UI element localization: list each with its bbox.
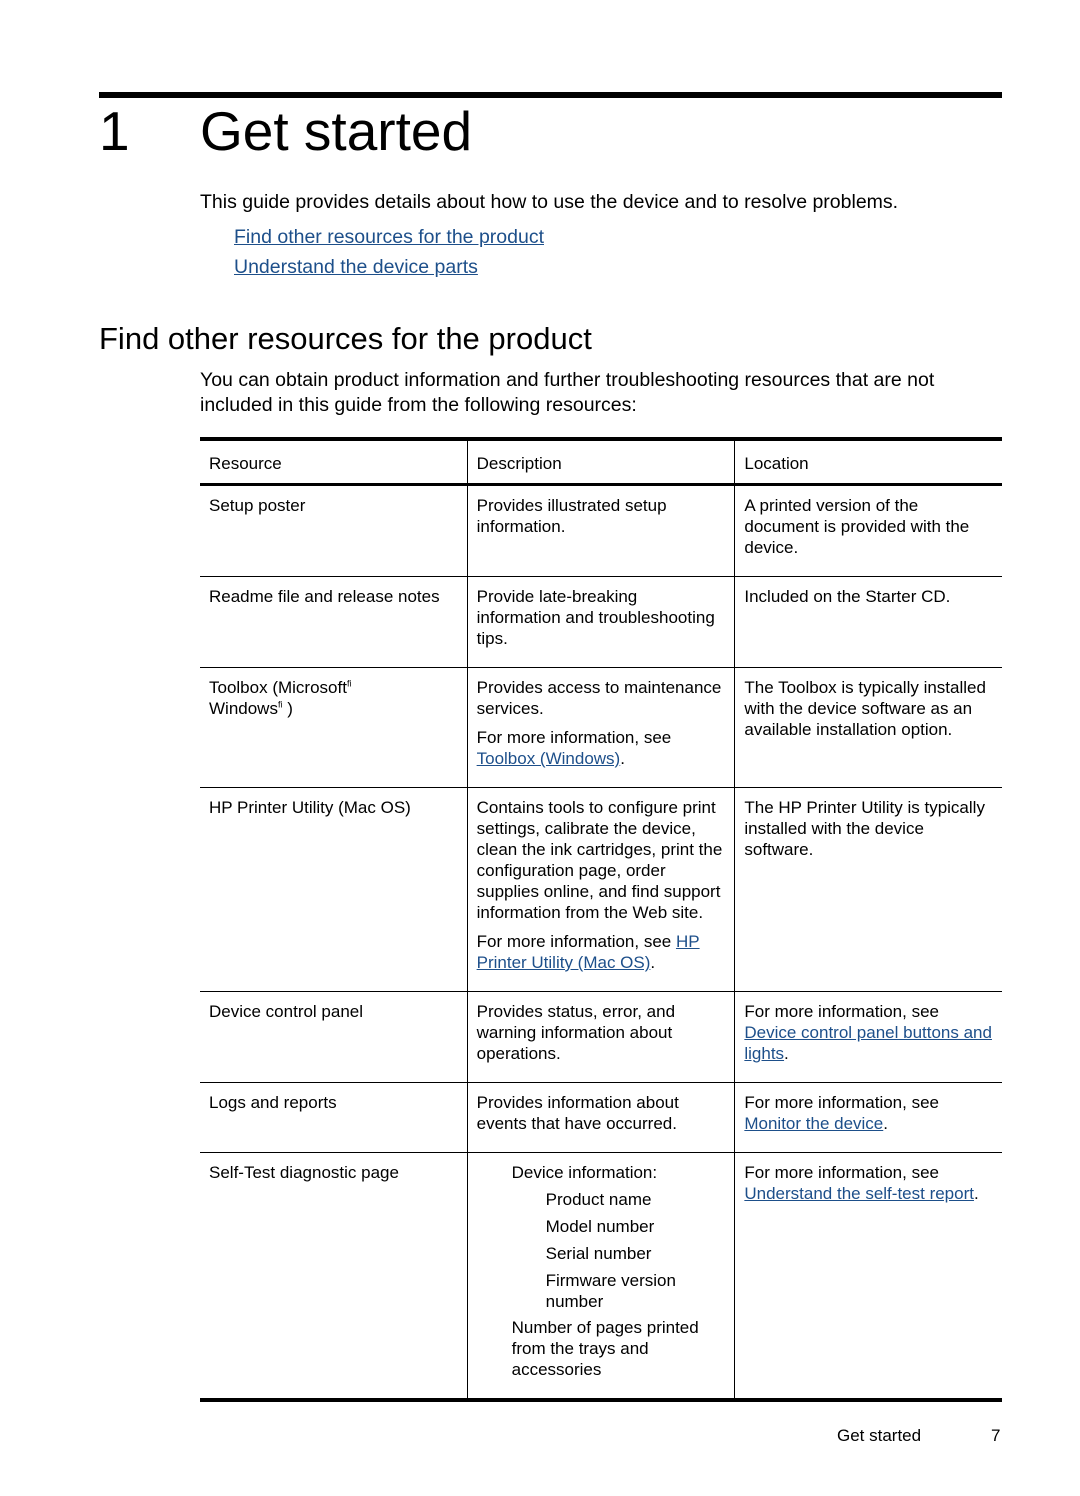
table-row: Toolbox (Microsoftfi Windowsfi ) Provides…: [200, 667, 1002, 788]
table-row: Device control panel Provides status, er…: [200, 991, 1002, 1083]
list-item: Product name: [545, 1190, 652, 1209]
intro-text: This guide provides details about how to…: [200, 191, 899, 213]
link-toolbox-windows[interactable]: Toolbox (Windows): [477, 749, 621, 768]
cell-resource: Toolbox (Microsoftfi Windowsfi ): [209, 678, 352, 718]
cell-location: For more information, see Understand the…: [734, 1152, 1002, 1400]
table-row: Readme file and release notes Provide la…: [200, 576, 1002, 668]
cell-resource: HP Printer Utility (Mac OS): [209, 798, 411, 817]
section-heading: Find other resources for the product: [99, 321, 592, 356]
list-item: Number of pages printed from the trays a…: [511, 1318, 699, 1379]
list-item: Model number: [545, 1217, 655, 1236]
cell-resource: Device control panel: [209, 1002, 364, 1021]
cell-location: A printed version of the document is pro…: [734, 484, 1002, 577]
cell-resource: Self-Test diagnostic page: [209, 1163, 399, 1182]
table-row: Logs and reports Provides information ab…: [200, 1082, 1002, 1153]
footer-section-title: Get started: [837, 1426, 922, 1445]
link-self-test-report[interactable]: Understand the self-test report: [744, 1184, 974, 1203]
cell-description: Provides illustrated setup information.: [466, 484, 735, 577]
cell-description: Provides information about events that h…: [466, 1082, 735, 1153]
cell-location: For more information, see Device control…: [734, 991, 1002, 1083]
table-row: Setup poster Provides illustrated setup …: [200, 484, 1002, 577]
cell-location: For more information, see Monitor the de…: [734, 1082, 1002, 1153]
link-monitor-device[interactable]: Monitor the device: [744, 1114, 883, 1133]
cell-description: Provides status, error, and warning info…: [466, 991, 735, 1083]
table-row: Self-Test diagnostic page Device informa…: [200, 1152, 1002, 1400]
cell-location: The Toolbox is typically installed with …: [734, 667, 1002, 788]
chapter-number: 1: [99, 100, 130, 162]
list-item: Serial number: [545, 1244, 652, 1263]
toc-link-find-resources[interactable]: Find other resources for the product: [234, 225, 544, 249]
cell-description: Provide late-breaking information and tr…: [466, 576, 735, 668]
section-paragraph: You can obtain product information and f…: [200, 369, 935, 416]
cell-resource: Setup poster: [209, 496, 306, 515]
cell-description: Contains tools to configure print settin…: [466, 787, 735, 992]
header-description: Description: [466, 439, 735, 485]
cell-resource: Readme file and release notes: [209, 587, 440, 606]
table-header-row: Resource Description Location: [200, 439, 1002, 485]
cell-location: Included on the Starter CD.: [734, 576, 1002, 668]
cell-resource: Logs and reports: [209, 1093, 337, 1112]
resources-table: Resource Description Location Setup post…: [200, 437, 1002, 1402]
list-heading: Device information:: [511, 1163, 658, 1182]
cell-description: Device information: Product name Model n…: [466, 1152, 735, 1400]
page-number: 7: [991, 1426, 1001, 1445]
header-resource: Resource: [209, 454, 282, 473]
link-control-panel-buttons[interactable]: Device control panel buttons and lights: [744, 1023, 992, 1063]
toc-link-device-parts[interactable]: Understand the device parts: [234, 255, 478, 279]
cell-description: Provides access to maintenance services.…: [466, 667, 735, 788]
chapter-title: Get started: [200, 100, 473, 162]
registered-mark: fi: [346, 678, 352, 689]
table-row: HP Printer Utility (Mac OS) Contains too…: [200, 787, 1002, 992]
cell-location: The HP Printer Utility is typically inst…: [734, 787, 1002, 992]
list-item: Firmware version number: [545, 1271, 676, 1311]
header-location: Location: [734, 439, 1002, 485]
